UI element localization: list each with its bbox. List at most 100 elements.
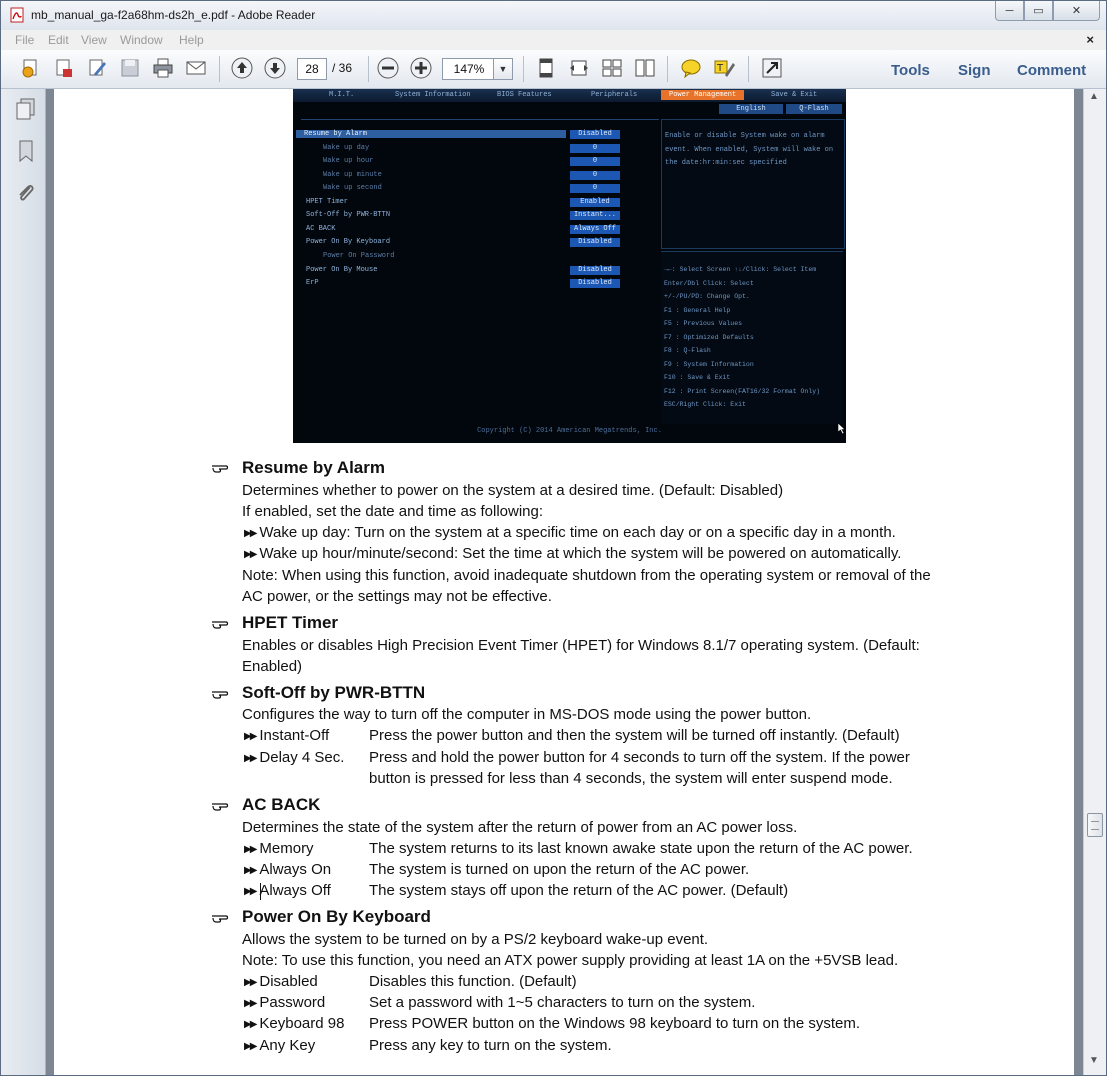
- bios-key-hint: Enter/Dbl Click: Select: [664, 280, 754, 287]
- fit-page-button[interactable]: [534, 56, 558, 80]
- bios-key-hint: F9 : System Information: [664, 361, 754, 368]
- paragraph: Note: To use this function, you need an …: [242, 952, 899, 969]
- option-description: The system returns to its last known awa…: [369, 840, 913, 857]
- zoom-out-button[interactable]: [376, 56, 400, 80]
- document-viewport[interactable]: M.I.T. System Information BIOS Features …: [46, 89, 1083, 1075]
- page-number-input[interactable]: 28: [297, 58, 327, 80]
- pointing-hand-icon: [212, 621, 229, 629]
- email-button[interactable]: [184, 56, 208, 80]
- menu-view[interactable]: View: [81, 33, 107, 47]
- option-label: Memory: [259, 840, 314, 857]
- highlighter-icon: T: [714, 60, 735, 77]
- bios-row-label: Soft-Off by PWR-BTTN: [306, 211, 391, 219]
- mouse-cursor-icon: [838, 423, 846, 434]
- attachments-icon[interactable]: [15, 181, 37, 205]
- comment-pane-button[interactable]: Comment: [1017, 62, 1086, 79]
- bios-qflash-button: Q-Flash: [786, 104, 842, 114]
- fit-page-icon: [539, 58, 553, 78]
- text-cursor: [260, 883, 261, 900]
- bios-screenshot: M.I.T. System Information BIOS Features …: [293, 89, 846, 443]
- menu-file[interactable]: File: [15, 33, 34, 47]
- sticky-note-button[interactable]: [679, 56, 703, 80]
- option-name: ▶▶ Always Off: [244, 882, 331, 899]
- option-name: ▶▶ Disabled: [244, 973, 318, 990]
- bios-row-label: Wake up minute: [323, 171, 382, 179]
- bios-row-label: AC BACK: [306, 225, 336, 233]
- save-button[interactable]: [118, 56, 142, 80]
- option-label: Always On: [259, 861, 332, 878]
- two-page-scroll-button[interactable]: [600, 56, 624, 80]
- option-description: Press and hold the power button for 4 se…: [369, 749, 910, 766]
- menu-help[interactable]: Help: [179, 33, 204, 47]
- fit-width-button[interactable]: [567, 56, 591, 80]
- bios-help-panel: Enable or disable System wake on alarm e…: [661, 119, 845, 249]
- page-thumbnails-icon[interactable]: [15, 97, 37, 121]
- toolbar-separator: [523, 56, 524, 82]
- scroll-up-icon[interactable]: ▲: [1089, 91, 1099, 102]
- toolbar: 28 / 36 147% ▼ T Tools Sign Comment: [1, 50, 1106, 89]
- scrollbar-thumb[interactable]: [1087, 813, 1103, 837]
- bookmarks-icon[interactable]: [15, 139, 37, 163]
- bios-tab: Peripherals: [591, 91, 638, 99]
- zoom-level-input[interactable]: 147%: [442, 58, 496, 80]
- bios-key-hint: F7 : Optimized Defaults: [664, 334, 754, 341]
- bios-key-hint: F5 : Previous Values: [664, 320, 743, 327]
- export-icon: [56, 59, 72, 77]
- two-page-view-button[interactable]: [633, 56, 657, 80]
- zoom-in-button[interactable]: [409, 56, 433, 80]
- zoom-dropdown-button[interactable]: ▼: [493, 58, 513, 80]
- double-arrow-icon: ▶▶: [244, 1019, 257, 1030]
- title-bar[interactable]: mb_manual_ga-f2a68hm-ds2h_e.pdf - Adobe …: [1, 1, 1106, 30]
- bios-language-button: English: [719, 104, 783, 114]
- scroll-down-icon[interactable]: ▼: [1089, 1055, 1099, 1066]
- double-arrow-icon: ▶▶: [244, 886, 257, 897]
- arrow-down-icon: [264, 57, 286, 79]
- paragraph: If enabled, set the date and time as fol…: [242, 503, 544, 520]
- bios-value: 0: [570, 184, 620, 193]
- close-window-button[interactable]: ✕: [1053, 1, 1100, 21]
- previous-page-button[interactable]: [230, 56, 254, 80]
- create-icon: [22, 59, 37, 78]
- sign-pane-button[interactable]: Sign: [958, 62, 991, 79]
- option-label: Disabled: [259, 973, 318, 990]
- menu-bar: File Edit View Window Help ×: [1, 30, 1106, 50]
- option-name: ▶▶ Any Key: [244, 1037, 315, 1054]
- full-screen-button[interactable]: [760, 56, 784, 80]
- bios-key-hint: ESC/Right Click: Exit: [664, 401, 746, 408]
- tools-pane-button[interactable]: Tools: [891, 62, 930, 79]
- bios-key-hint: F8 : Q-Flash: [664, 347, 711, 354]
- bios-key-legend: →←: Select Screen ↑↓/Click: Select Item …: [661, 251, 843, 424]
- bios-key-hint: →←: Select Screen ↑↓/Click: Select Item: [664, 266, 817, 273]
- section-heading: AC BACK: [242, 795, 321, 814]
- option-description: Set a password with 1~5 characters to tu…: [369, 994, 756, 1011]
- export-pdf-button[interactable]: [52, 56, 76, 80]
- print-button[interactable]: [151, 56, 175, 80]
- menu-edit[interactable]: Edit: [48, 33, 69, 47]
- maximize-button[interactable]: ▭: [1024, 1, 1053, 21]
- minus-circle-icon: [377, 57, 399, 79]
- bios-value: Always Off: [570, 225, 620, 234]
- bios-tab: BIOS Features: [497, 91, 552, 99]
- window-title: mb_manual_ga-f2a68hm-ds2h_e.pdf - Adobe …: [31, 8, 316, 22]
- pdf-file-icon: [10, 7, 24, 23]
- option-name: ▶▶ Delay 4 Sec.: [244, 749, 344, 766]
- option-name: ▶▶ Always On: [244, 861, 331, 878]
- bios-key-hint: F10 : Save & Exit: [664, 374, 731, 381]
- double-arrow-icon: ▶▶: [244, 998, 257, 1009]
- plus-circle-icon: [410, 57, 432, 79]
- menu-window[interactable]: Window: [120, 33, 163, 47]
- bios-row-label: Power On Password: [323, 252, 395, 260]
- highlight-text-button[interactable]: T: [712, 56, 736, 80]
- close-document-button[interactable]: ×: [1086, 32, 1094, 47]
- double-arrow-icon: ▶▶: [244, 865, 257, 876]
- vertical-scrollbar[interactable]: ▲ ▼: [1083, 89, 1106, 1075]
- minimize-button[interactable]: ─: [995, 1, 1024, 21]
- next-page-button[interactable]: [263, 56, 287, 80]
- option-label: Any Key: [259, 1037, 316, 1054]
- speech-bubble-icon: [681, 59, 701, 79]
- create-pdf-button[interactable]: [19, 56, 43, 80]
- bios-row-label: Wake up hour: [323, 157, 374, 165]
- edit-pdf-button[interactable]: [85, 56, 109, 80]
- bios-row-label: Wake up day: [323, 144, 370, 152]
- reader-window: mb_manual_ga-f2a68hm-ds2h_e.pdf - Adobe …: [0, 0, 1107, 1076]
